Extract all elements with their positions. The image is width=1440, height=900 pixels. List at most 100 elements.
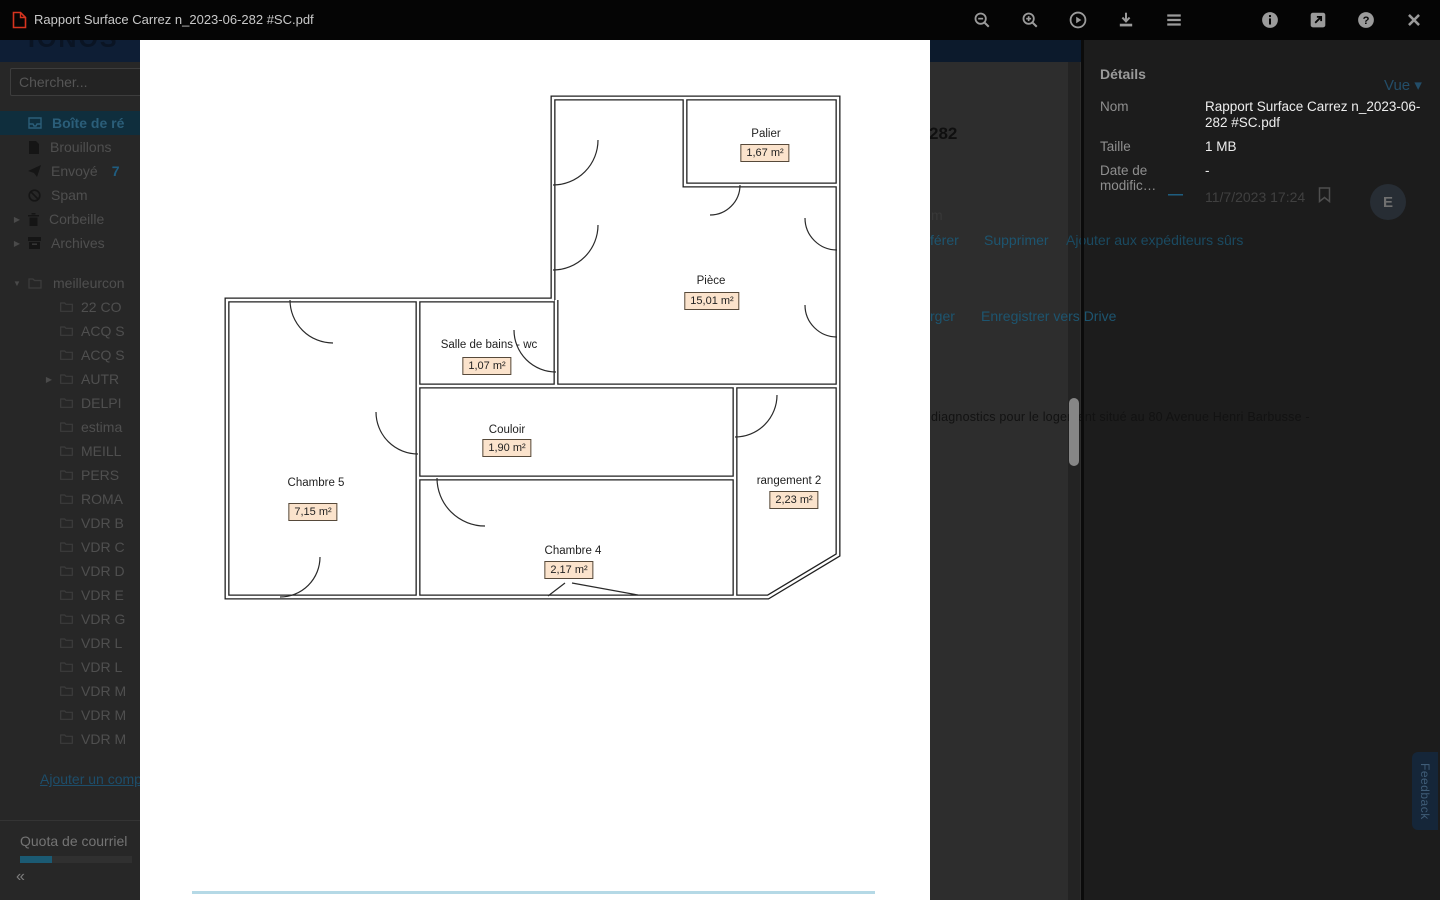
draft-icon bbox=[29, 140, 39, 154]
email-header-left: IONOS bbox=[0, 40, 140, 62]
folder-icon bbox=[60, 614, 73, 624]
email-sender-fragment: m bbox=[931, 207, 943, 223]
menu-button[interactable] bbox=[1165, 11, 1185, 29]
save-to-drive-link[interactable]: Enregistrer vers Drive bbox=[981, 308, 1116, 324]
folder-icon bbox=[60, 566, 73, 576]
room-label: Salle de bains - wc bbox=[440, 339, 538, 351]
floorplan-drawing bbox=[224, 95, 841, 600]
inbox-icon bbox=[28, 117, 42, 129]
sidebar-item-inbox[interactable]: Boîte de ré bbox=[0, 111, 140, 135]
sidebar-subfolder-item[interactable]: PERS bbox=[0, 463, 140, 487]
quota-label: Quota de courriel bbox=[20, 833, 128, 849]
zoom-out-button[interactable] bbox=[973, 11, 993, 29]
expand-caret-icon: ▶ bbox=[45, 374, 53, 384]
sidebar-subfolder-item[interactable]: 22 CO bbox=[0, 295, 140, 319]
thread-dash: — bbox=[1168, 186, 1183, 203]
download-link[interactable]: rger bbox=[930, 308, 955, 324]
folder-icon bbox=[60, 662, 73, 672]
sidebar-subfolder-item[interactable]: ACQ S bbox=[0, 343, 140, 367]
expand-caret-icon[interactable]: ▶ bbox=[12, 215, 22, 224]
chevron-down-icon: ▾ bbox=[1414, 77, 1422, 94]
quota-section: Quota de courriel bbox=[0, 820, 140, 863]
sidebar-subfolder-item[interactable]: VDR M bbox=[0, 679, 140, 703]
email-subject-fragment: 282 bbox=[929, 124, 958, 143]
pdf-footer-rule bbox=[192, 891, 875, 894]
add-account-link[interactable]: Ajouter un compt bbox=[40, 771, 140, 787]
panel-edge-divider bbox=[1081, 40, 1084, 900]
zoom-in-button[interactable] bbox=[1021, 11, 1041, 29]
sidebar-subfolder-item[interactable]: VDR B bbox=[0, 511, 140, 535]
email-sidebar: Boîte de ré Brouillons Envoyé 7 Spam ▶ C… bbox=[0, 62, 140, 900]
view-menu-button[interactable]: Vue ▾ bbox=[1384, 76, 1422, 94]
sidebar-item-archives[interactable]: ▶ Archives bbox=[0, 231, 140, 255]
room-label: Palier bbox=[751, 128, 781, 140]
open-in-new-button[interactable] bbox=[1309, 11, 1329, 29]
details-title: Détails bbox=[1100, 66, 1146, 82]
forward-link[interactable]: férer bbox=[930, 232, 959, 248]
sidebar-subfolder-item[interactable]: VDR M bbox=[0, 703, 140, 727]
room-area-badge: 1,67 m² bbox=[740, 144, 790, 162]
info-button[interactable] bbox=[1261, 11, 1281, 29]
sidebar-subfolder-item[interactable]: VDR G bbox=[0, 607, 140, 631]
detail-row-name: Nom Rapport Surface Carrez n_2023-06-282… bbox=[1100, 99, 1421, 130]
sidebar-subfolder-item[interactable]: estima bbox=[0, 415, 140, 439]
details-panel: Détails Nom Rapport Surface Carrez n_202… bbox=[1084, 40, 1440, 900]
sidebar-subfolder-item[interactable]: VDR D bbox=[0, 559, 140, 583]
room-area-badge: 2,17 m² bbox=[544, 561, 594, 579]
delete-link[interactable]: Supprimer bbox=[984, 232, 1049, 248]
pdf-viewer-topbar: Rapport Surface Carrez n_2023-06-282 #SC… bbox=[0, 0, 1440, 40]
folder-icon bbox=[60, 422, 73, 432]
sidebar-subfolder-item[interactable]: VDR L bbox=[0, 655, 140, 679]
archive-icon bbox=[28, 237, 41, 249]
sidebar-subfolder-item[interactable]: ▶ AUTR bbox=[0, 367, 140, 391]
quota-bar-fill bbox=[20, 856, 52, 863]
bookmark-icon[interactable] bbox=[1318, 187, 1331, 208]
sidebar-subfolder-item[interactable]: VDR L bbox=[0, 631, 140, 655]
feedback-tab[interactable]: Feedback bbox=[1412, 752, 1438, 830]
pdf-page: Palier 1,67 m² Pièce 15,01 m² Salle de b… bbox=[140, 40, 930, 900]
folder-list: Boîte de ré Brouillons Envoyé 7 Spam ▶ C… bbox=[0, 111, 140, 789]
sidebar-subfolder-item[interactable]: ACQ S bbox=[0, 319, 140, 343]
expand-caret-icon[interactable]: ▶ bbox=[12, 239, 22, 248]
sidebar-collapse-button[interactable]: « bbox=[16, 868, 25, 886]
quota-bar bbox=[20, 856, 132, 863]
sidebar-subfolder-item[interactable]: DELPI bbox=[0, 391, 140, 415]
sidebar-subfolder-item[interactable]: VDR C bbox=[0, 535, 140, 559]
email-content-dimmed bbox=[930, 62, 1085, 900]
slideshow-button[interactable] bbox=[1069, 11, 1089, 29]
room-area-badge: 2,23 m² bbox=[769, 491, 819, 509]
room-label: Pièce bbox=[696, 275, 726, 287]
search-input[interactable] bbox=[10, 68, 140, 96]
sidebar-item-drafts[interactable]: Brouillons bbox=[0, 135, 140, 159]
sidebar-subfolder-item[interactable]: VDR E bbox=[0, 583, 140, 607]
collapse-caret-icon[interactable]: ▼ bbox=[12, 279, 22, 288]
folder-icon bbox=[60, 686, 73, 696]
email-scrollbar-track[interactable] bbox=[1068, 62, 1080, 900]
folder-icon bbox=[60, 470, 73, 480]
folder-icon bbox=[60, 374, 73, 384]
sidebar-item-spam[interactable]: Spam bbox=[0, 183, 140, 207]
sender-avatar: E bbox=[1370, 184, 1406, 220]
sidebar-item-trash[interactable]: ▶ Corbeille bbox=[0, 207, 140, 231]
spam-icon bbox=[28, 188, 41, 202]
email-date: 11/7/2023 17:24 bbox=[1205, 189, 1306, 205]
sidebar-item-sent[interactable]: Envoyé 7 bbox=[0, 159, 140, 183]
folder-icon bbox=[60, 710, 73, 720]
download-button[interactable] bbox=[1117, 11, 1137, 29]
room-label: Couloir bbox=[488, 424, 526, 436]
detail-row-size: Taille 1 MB bbox=[1100, 139, 1237, 154]
email-scrollbar-thumb[interactable] bbox=[1069, 398, 1079, 466]
folder-icon bbox=[60, 302, 73, 312]
room-area-badge: 1,90 m² bbox=[482, 439, 532, 457]
folder-icon bbox=[60, 734, 73, 744]
sidebar-item-account-folder[interactable]: ▼ meilleurcon bbox=[0, 271, 140, 295]
room-area-badge: 1,07 m² bbox=[462, 357, 512, 375]
sidebar-subfolder-item[interactable]: ROMA bbox=[0, 487, 140, 511]
folder-icon bbox=[60, 446, 73, 456]
safe-senders-link[interactable]: Ajouter aux expéditeurs sûrs bbox=[1066, 232, 1243, 248]
sidebar-subfolder-item[interactable]: VDR M bbox=[0, 727, 140, 751]
sidebar-subfolder-item[interactable]: MEILL bbox=[0, 439, 140, 463]
close-button[interactable] bbox=[1405, 11, 1425, 29]
svg-text:?: ? bbox=[1363, 15, 1370, 27]
help-button[interactable]: ? bbox=[1357, 11, 1377, 29]
